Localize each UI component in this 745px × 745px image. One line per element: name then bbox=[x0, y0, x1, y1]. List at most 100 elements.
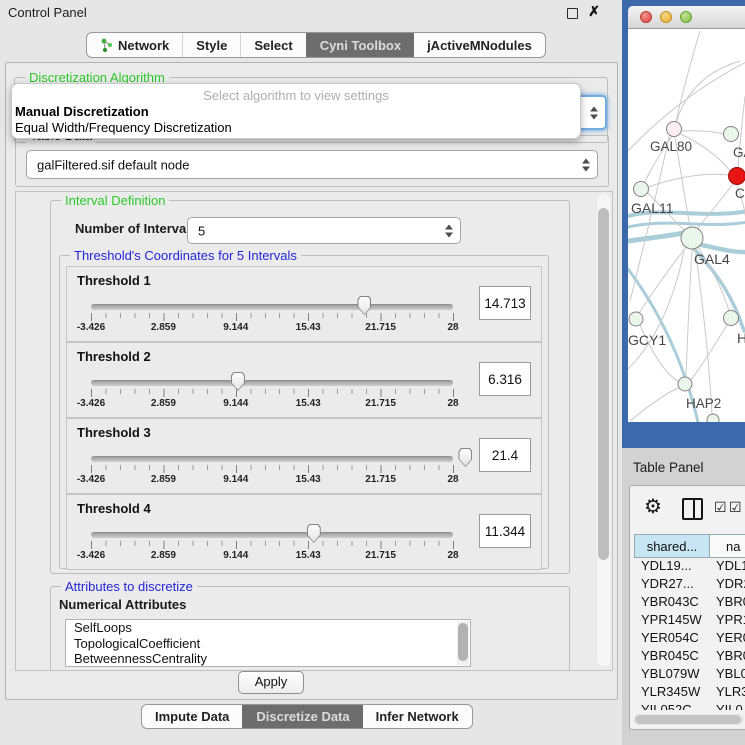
table-row[interactable]: YBR043CYBR0 bbox=[634, 594, 745, 612]
network-canvas[interactable]: GAL80 GA C GAL11 GAL4 GCY1 H HAP2 bbox=[628, 29, 745, 422]
threshold-2-row: Threshold 2 -3.4262.8599.14415.4321.7152… bbox=[66, 342, 542, 418]
number-of-intervals-value: 5 bbox=[198, 223, 205, 238]
node-red-selected[interactable] bbox=[729, 168, 745, 185]
combo-arrows-icon bbox=[445, 224, 453, 237]
list-scrollbar[interactable] bbox=[457, 621, 469, 665]
list-item[interactable]: BetweennessCentrality bbox=[66, 651, 470, 667]
network-icon bbox=[100, 38, 113, 53]
number-of-intervals-label: Number of Intervals bbox=[75, 221, 197, 236]
table-row[interactable]: YBR045CYBR0 bbox=[634, 648, 745, 666]
threshold-4-row: Threshold 4 -3.4262.8599.14415.4321.7152… bbox=[66, 494, 542, 570]
apply-button[interactable]: Apply bbox=[238, 671, 304, 694]
table-row[interactable]: YDR27...YDR2 bbox=[634, 576, 745, 594]
table-row[interactable]: YIL052CYIL0 bbox=[634, 702, 745, 710]
settings-scrollbar[interactable] bbox=[597, 194, 610, 666]
table-horizontal-scrollbar[interactable] bbox=[634, 714, 744, 725]
table-toolbar: ⚙ ☑ ☑ bbox=[630, 486, 745, 530]
node-label-gcy1: GCY1 bbox=[628, 332, 666, 348]
dropdown-prompt: Select algorithm to view settings bbox=[12, 88, 580, 103]
column-layout-icon[interactable] bbox=[682, 498, 703, 520]
network-window: GAL80 GA C GAL11 GAL4 GCY1 H HAP2 bbox=[628, 6, 745, 422]
table-row[interactable]: YER054CYER0 bbox=[634, 630, 745, 648]
traffic-light-zoom-icon[interactable] bbox=[680, 11, 692, 23]
table-row[interactable]: YLR345WYLR3 bbox=[634, 684, 745, 702]
node-gal4[interactable] bbox=[681, 227, 703, 249]
threshold-2-label: Threshold 2 bbox=[77, 349, 151, 364]
number-of-intervals-combobox[interactable]: 5 bbox=[187, 217, 461, 244]
threshold-3-value-field[interactable] bbox=[479, 438, 531, 472]
combo-arrows-icon bbox=[590, 106, 598, 119]
list-item[interactable]: TopologicalCoefficient bbox=[66, 636, 470, 652]
tab-discretize-data[interactable]: Discretize Data bbox=[242, 705, 362, 728]
node-partial-bottom[interactable] bbox=[707, 414, 719, 422]
dropdown-option-manual-discretization[interactable]: Manual Discretization bbox=[15, 104, 149, 119]
attributes-group-label: Attributes to discretize bbox=[61, 579, 197, 594]
threshold-4-label: Threshold 4 bbox=[77, 501, 151, 516]
scrollbar-thumb[interactable] bbox=[598, 208, 609, 560]
threshold-3-slider-track[interactable] bbox=[91, 456, 453, 462]
threshold-4-value-field[interactable] bbox=[479, 514, 531, 548]
table-data-value: galFiltered.sif default node bbox=[37, 157, 189, 172]
threshold-2-slider-track[interactable] bbox=[91, 380, 453, 386]
numerical-attributes-label: Numerical Attributes bbox=[59, 597, 186, 612]
network-window-titlebar[interactable] bbox=[628, 6, 745, 29]
traffic-light-close-icon[interactable] bbox=[640, 11, 652, 23]
threshold-1-row: Threshold 1 -3.4262.8599.14415.4321.7152… bbox=[66, 266, 542, 342]
attributes-group: Attributes to discretize Numerical Attri… bbox=[50, 586, 570, 671]
combo-arrows-icon bbox=[582, 158, 590, 171]
node-label-gal80: GAL80 bbox=[650, 139, 692, 154]
slider-tick-labels: -3.4262.8599.14415.4321.71528 bbox=[91, 398, 453, 410]
control-panel-tabbar: Network Style Select Cyni Toolbox jActiv… bbox=[86, 32, 546, 58]
node-label-partial-h: H bbox=[737, 330, 745, 346]
interval-definition-group: Interval Definition Number of Intervals … bbox=[50, 200, 570, 574]
tab-infer-network[interactable]: Infer Network bbox=[363, 705, 472, 728]
control-panel: Control Panel ✗ Network Style Select Cyn… bbox=[0, 0, 622, 745]
threshold-3-slider-thumb[interactable] bbox=[458, 448, 472, 467]
threshold-2-value-field[interactable] bbox=[479, 362, 531, 396]
table-row[interactable]: YPR145WYPR1 bbox=[634, 612, 745, 630]
table-row[interactable]: YDL19...YDL1 bbox=[634, 558, 745, 576]
select-all-icon[interactable]: ☑ bbox=[729, 499, 742, 516]
cyni-mode-tabbar: Impute Data Discretize Data Infer Networ… bbox=[141, 704, 473, 729]
slider-tick-labels: -3.4262.8599.14415.4321.71528 bbox=[91, 474, 453, 486]
threshold-3-label: Threshold 3 bbox=[77, 425, 151, 440]
settings-scrollpanel: Interval Definition Number of Intervals … bbox=[15, 191, 613, 671]
float-window-icon[interactable] bbox=[567, 8, 578, 19]
node-gal80[interactable] bbox=[667, 122, 682, 137]
list-item[interactable]: SelfLoops bbox=[66, 620, 470, 636]
scrollbar-thumb[interactable] bbox=[635, 715, 741, 724]
node-label-gal4: GAL4 bbox=[694, 251, 730, 267]
tab-cyni-toolbox[interactable]: Cyni Toolbox bbox=[306, 33, 414, 57]
column-header-shared-name[interactable]: shared... bbox=[634, 534, 710, 558]
network-graph: GAL80 GA C GAL11 GAL4 GCY1 H HAP2 bbox=[628, 29, 745, 422]
tab-jactivemnodules[interactable]: jActiveMNodules bbox=[414, 33, 545, 57]
table-data-combobox[interactable]: galFiltered.sif default node bbox=[26, 150, 598, 179]
tab-network[interactable]: Network bbox=[87, 33, 182, 57]
node-gcy1[interactable] bbox=[629, 312, 643, 326]
cyni-panel: Discretization Algorithm Table Data galF… bbox=[5, 62, 618, 700]
threshold-3-row: Threshold 3 -3.4262.8599.14415.4321.7152… bbox=[66, 418, 542, 494]
threshold-coordinates-group: Threshold's Coordinates for 5 Intervals … bbox=[59, 255, 549, 569]
close-panel-icon[interactable]: ✗ bbox=[588, 3, 600, 20]
traffic-light-minimize-icon[interactable] bbox=[660, 11, 672, 23]
node-partial-low-right[interactable] bbox=[724, 311, 739, 326]
tab-select[interactable]: Select bbox=[240, 33, 305, 57]
node-gal11[interactable] bbox=[634, 182, 649, 197]
table-panel-title: Table Panel bbox=[633, 460, 704, 475]
node-label-partial-c: C bbox=[735, 186, 745, 201]
threshold-1-slider-track[interactable] bbox=[91, 304, 453, 310]
column-header-name[interactable]: na bbox=[710, 534, 745, 558]
tab-impute-data[interactable]: Impute Data bbox=[142, 705, 242, 728]
panel-title: Control Panel bbox=[8, 5, 87, 20]
node-hap2[interactable] bbox=[678, 377, 692, 391]
dropdown-option-equal-width-frequency[interactable]: Equal Width/Frequency Discretization bbox=[15, 120, 232, 135]
tab-style[interactable]: Style bbox=[182, 33, 240, 57]
table-panel: ⚙ ☑ ☑ shared... na YDL19...YDL1 YDR27...… bbox=[629, 485, 745, 730]
table-row[interactable]: YBL079WYBL0 bbox=[634, 666, 745, 684]
select-columns-icon[interactable]: ☑ bbox=[714, 499, 727, 516]
algorithm-dropdown-popup: Select algorithm to view settings Manual… bbox=[11, 83, 581, 139]
threshold-4-slider-track[interactable] bbox=[91, 532, 453, 538]
gear-icon[interactable]: ⚙ bbox=[644, 494, 662, 519]
node-partial-top-right[interactable] bbox=[724, 127, 739, 142]
threshold-1-value-field[interactable] bbox=[479, 286, 531, 320]
